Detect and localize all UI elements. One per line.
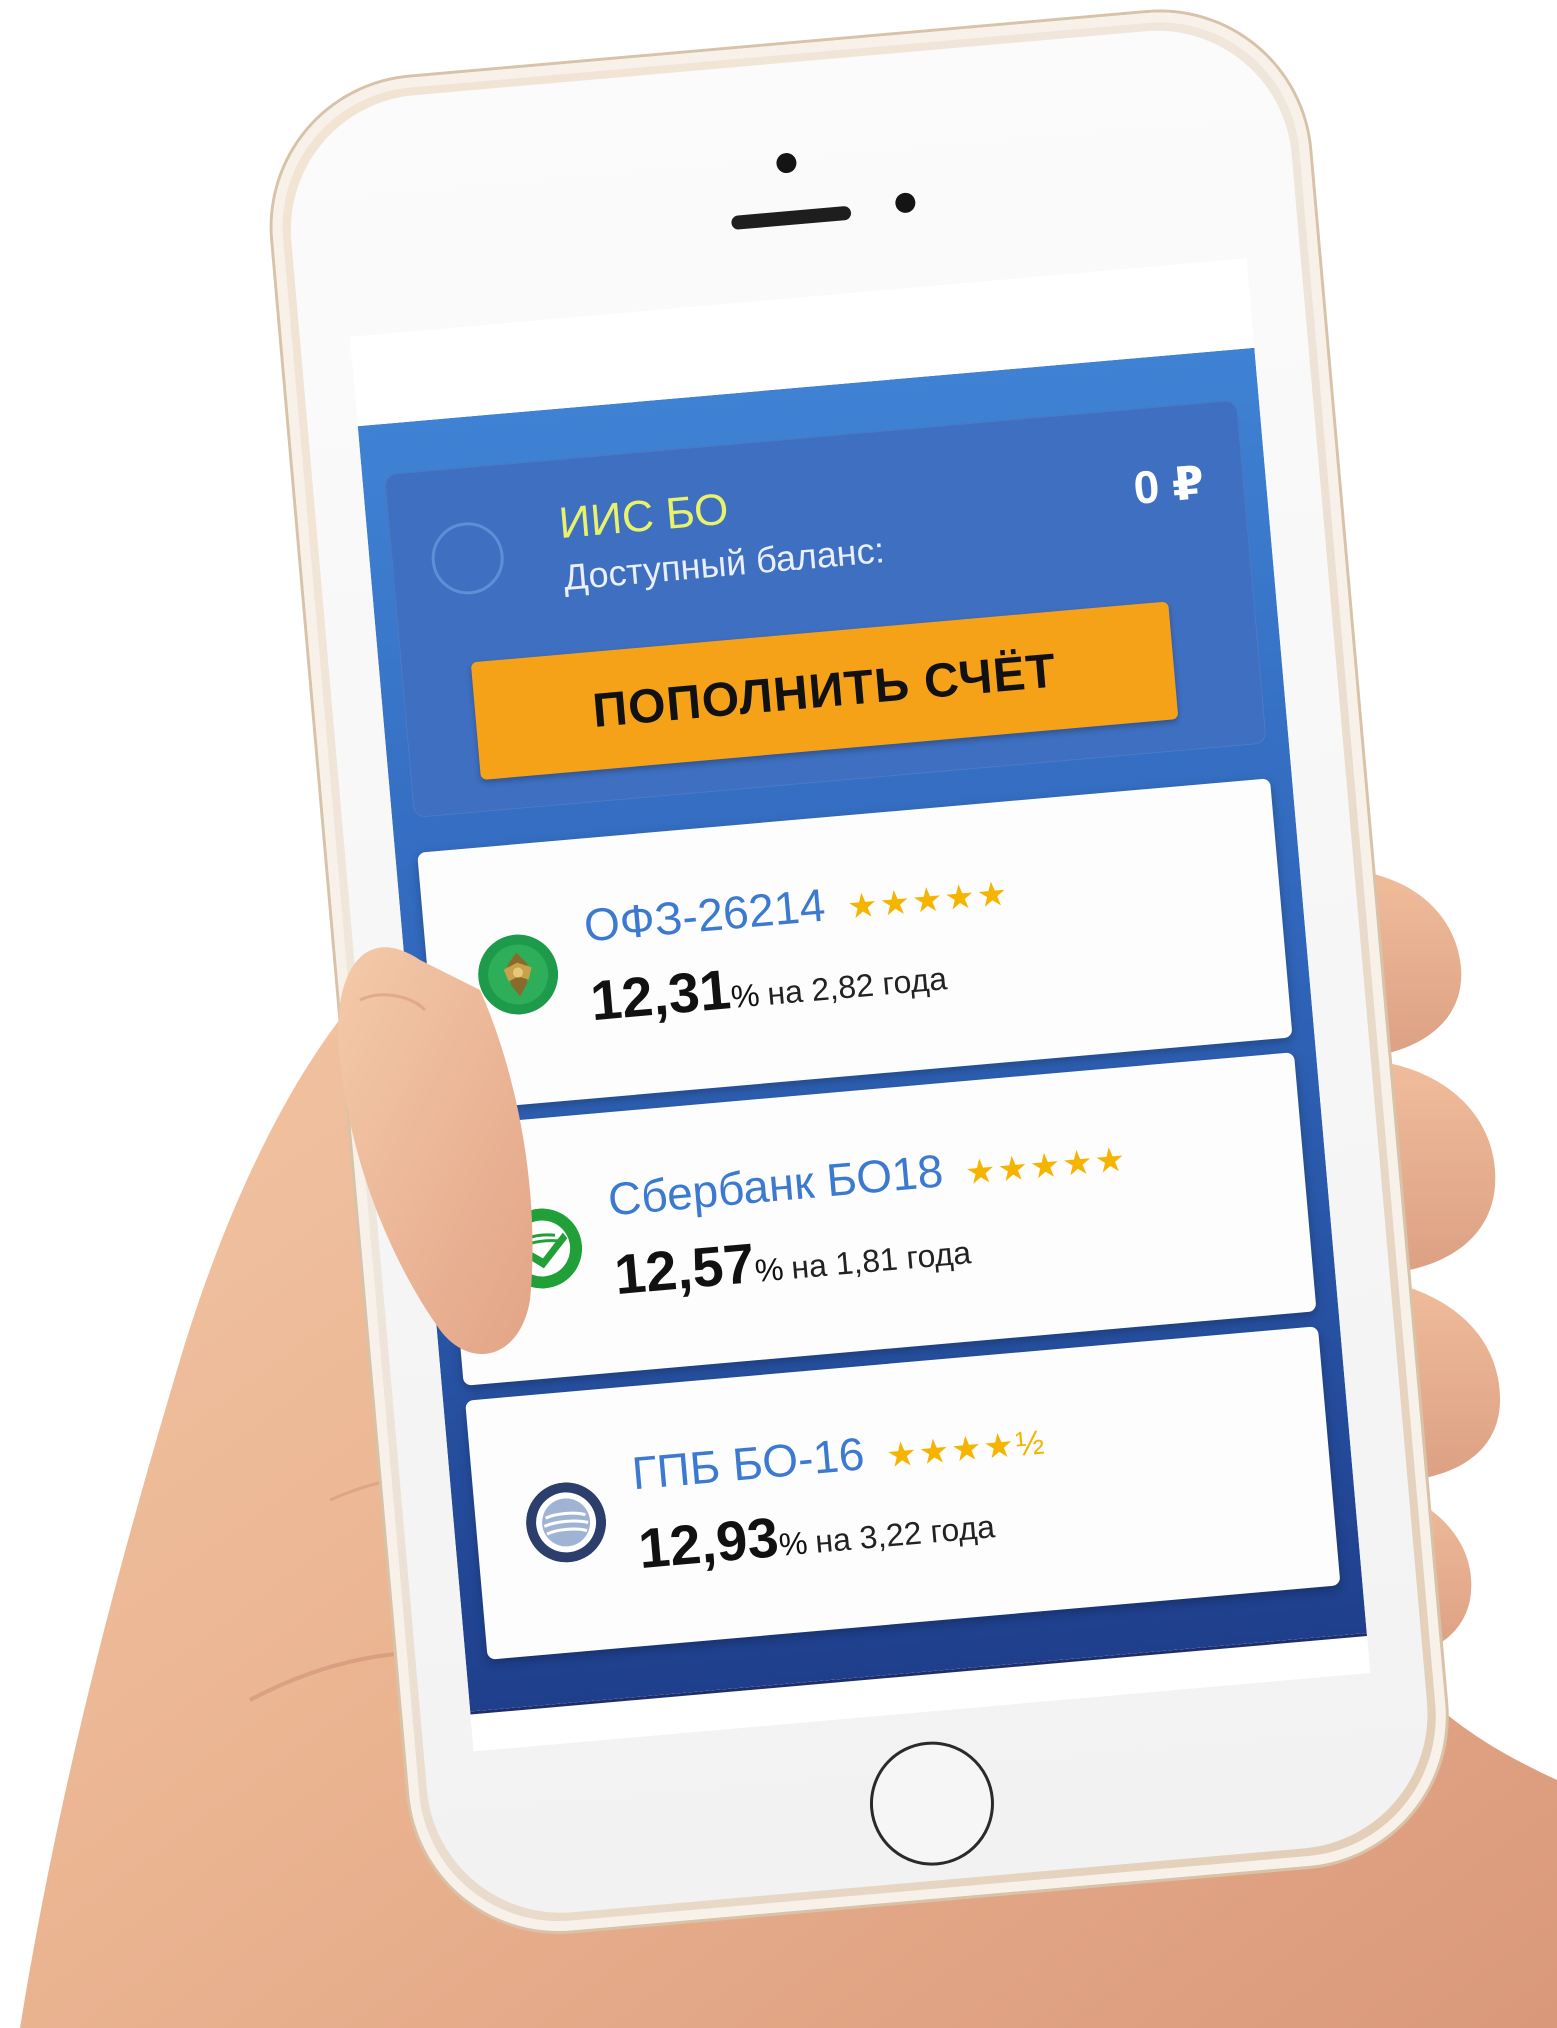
bond-percent: %	[753, 1250, 785, 1289]
bond-yield: 12,57	[611, 1231, 758, 1307]
rating-stars-icon: ★★★★★	[963, 1140, 1129, 1193]
speaker-grille	[730, 205, 852, 231]
front-camera-icon	[775, 152, 798, 174]
account-avatar-icon	[428, 519, 507, 598]
bond-term: на 3,22 года	[813, 1508, 997, 1560]
bond-title-row: ОФЗ-26214 ★★★★★	[582, 862, 1011, 953]
gazprombank-logo-icon	[526, 1482, 607, 1563]
phone-screen: ИИС БО Доступный баланс: 0 ₽ ПОПОЛНИТЬ С…	[349, 258, 1371, 1752]
bond-term: на 2,82 года	[765, 960, 949, 1012]
account-name: ИИС БО	[556, 484, 731, 549]
bond-yield-row: 12,57 % на 1,81 года	[612, 1211, 973, 1307]
bond-percent: %	[729, 976, 761, 1015]
phone: ИИС БО Доступный баланс: 0 ₽ ПОПОЛНИТЬ С…	[260, 0, 1500, 1963]
phone-face: ИИС БО Доступный баланс: 0 ₽ ПОПОЛНИТЬ С…	[279, 19, 1439, 1925]
app-view: ИИС БО Доступный баланс: 0 ₽ ПОПОЛНИТЬ С…	[357, 347, 1367, 1712]
bond-term: на 1,81 года	[789, 1234, 973, 1286]
bond-yield: 12,93	[635, 1505, 781, 1581]
bond-name[interactable]: Сбербанк БО18	[606, 1143, 945, 1226]
bond-name[interactable]: ГПБ БО-16	[630, 1426, 867, 1500]
bond-card[interactable]: ОФЗ-26214 ★★★★★ 12,31 % на 2,82 года	[417, 778, 1293, 1112]
bond-yield: 12,31	[587, 957, 734, 1033]
bond-yield-row: 12,93 % на 3,22 года	[636, 1485, 997, 1581]
sberbank-logo-icon	[502, 1208, 583, 1289]
home-button[interactable]	[864, 1736, 1000, 1871]
rating-stars-icon: ★★★★★	[845, 874, 1011, 927]
balance-value: 0 ₽	[1131, 455, 1207, 514]
bond-card[interactable]: ГПБ БО-16 ★★★★½ 12,93 % на 3,22 года	[465, 1326, 1341, 1660]
bond-percent: %	[777, 1524, 809, 1563]
bond-title-row: Сбербанк БО18 ★★★★★	[606, 1127, 1129, 1226]
account-card[interactable]: ИИС БО Доступный баланс: 0 ₽ ПОПОЛНИТЬ С…	[384, 399, 1267, 818]
topup-button[interactable]: ПОПОЛНИТЬ СЧЁТ	[470, 601, 1179, 781]
sensor-icon	[894, 191, 917, 214]
bond-card[interactable]: Сбербанк БО18 ★★★★★ 12,57 % на 1,81 года	[441, 1052, 1317, 1386]
rating-stars-icon: ★★★★½	[884, 1423, 1048, 1476]
photo-stage: ИИС БО Доступный баланс: 0 ₽ ПОПОЛНИТЬ С…	[0, 0, 1557, 2028]
bond-name[interactable]: ОФЗ-26214	[582, 878, 828, 953]
minfin-emblem-icon	[478, 934, 559, 1015]
bond-yield-row: 12,31 % на 2,82 года	[588, 937, 949, 1033]
